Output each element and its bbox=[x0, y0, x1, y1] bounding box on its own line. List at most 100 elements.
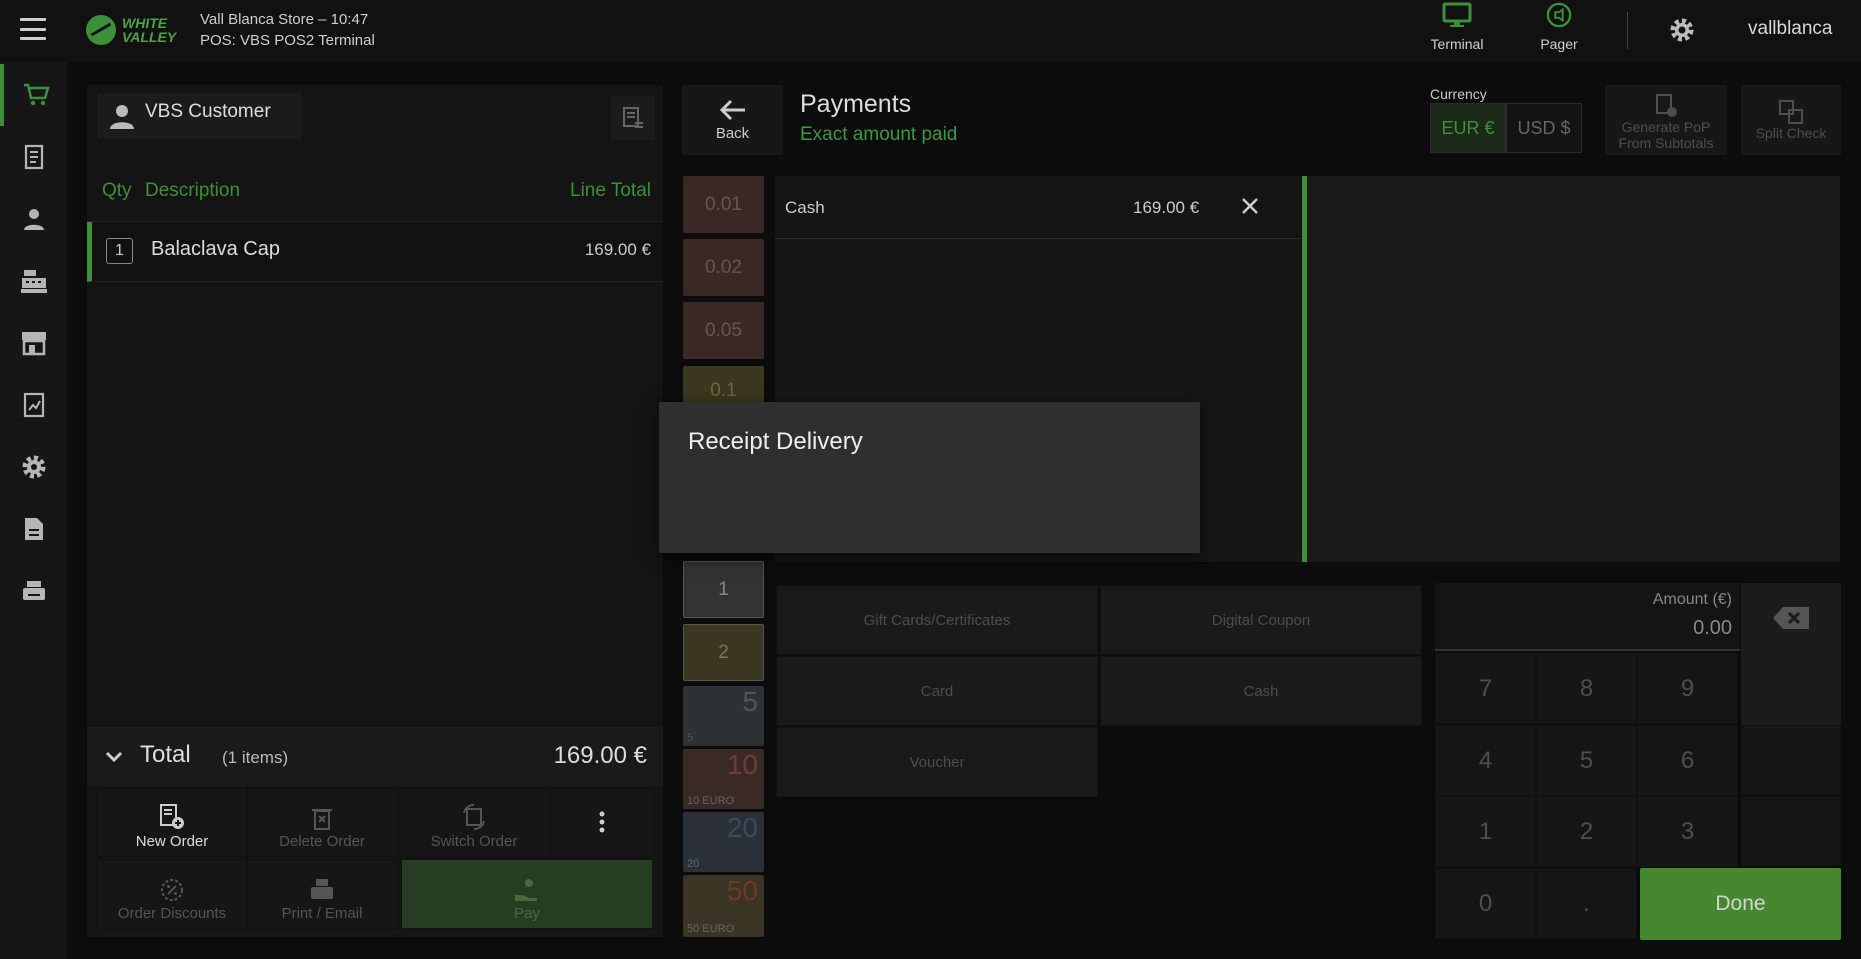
chevron-down-icon[interactable] bbox=[105, 751, 123, 763]
pager-icon bbox=[1546, 2, 1572, 28]
payment-line[interactable]: Cash 169.00 € bbox=[775, 176, 1301, 239]
key-7[interactable]: 7 bbox=[1435, 653, 1536, 724]
key-0[interactable]: 0 bbox=[1435, 868, 1536, 939]
order-line-row[interactable]: 1 Balaclava Cap 169.00 € bbox=[87, 222, 663, 282]
key-2[interactable]: 2 bbox=[1536, 796, 1637, 867]
denomination-0.1[interactable]: 0.1 bbox=[683, 366, 764, 402]
qty-header: Qty bbox=[102, 180, 132, 201]
sidebar-item-cart[interactable] bbox=[0, 64, 67, 126]
key-blank-right-2 bbox=[1741, 796, 1841, 866]
person-icon bbox=[23, 209, 44, 230]
split-check-button[interactable]: Split Check bbox=[1741, 85, 1841, 155]
receipt-delivery-dialog[interactable]: Receipt Delivery bbox=[659, 402, 1200, 553]
qty-badge[interactable]: 1 bbox=[106, 238, 133, 264]
report-icon bbox=[23, 392, 44, 418]
key-6[interactable]: 6 bbox=[1637, 725, 1738, 796]
order-notes-button[interactable] bbox=[611, 96, 655, 140]
key-decimal[interactable]: . bbox=[1536, 868, 1637, 939]
denomination-1[interactable]: 1 bbox=[683, 561, 764, 618]
customer-selector[interactable]: VBS Customer bbox=[97, 93, 302, 139]
sidebar-item-settings[interactable] bbox=[0, 436, 67, 498]
banknote-20[interactable]: 20 20 bbox=[683, 812, 764, 872]
cash-register-icon bbox=[20, 270, 47, 293]
remove-payment-close-icon[interactable] bbox=[1240, 196, 1260, 216]
switch-order-button[interactable]: Switch Order bbox=[399, 787, 549, 857]
key-4[interactable]: 4 bbox=[1435, 725, 1536, 796]
more-options-button[interactable] bbox=[551, 787, 653, 857]
key-8[interactable]: 8 bbox=[1536, 653, 1637, 724]
dialog-title: Receipt Delivery bbox=[688, 428, 863, 455]
new-order-button[interactable]: New Order bbox=[97, 787, 247, 857]
banknote-50-corner: 50 EURO bbox=[687, 923, 735, 935]
pager-label: Pager bbox=[1540, 36, 1578, 52]
total-amount: 169.00 € bbox=[553, 742, 647, 769]
logo-text-line1: WHITE bbox=[122, 15, 168, 31]
sidebar bbox=[0, 62, 67, 959]
sidebar-item-orders[interactable] bbox=[0, 126, 67, 188]
logo-ball-icon bbox=[86, 15, 116, 45]
settings-gear-icon[interactable] bbox=[1668, 16, 1696, 49]
store-info: Vall Blanca Store – 10:47 POS: VBS POS2 … bbox=[200, 9, 375, 51]
delete-order-label: Delete Order bbox=[279, 833, 365, 850]
key-3[interactable]: 3 bbox=[1637, 796, 1738, 867]
gift-cards-button[interactable]: Gift Cards/Certificates bbox=[776, 585, 1098, 655]
card-button[interactable]: Card bbox=[776, 656, 1098, 726]
generate-pop-button[interactable]: Generate PoP From Subtotals bbox=[1605, 85, 1727, 155]
payment-detail-panel bbox=[1307, 176, 1840, 562]
back-button[interactable]: Back bbox=[682, 85, 783, 155]
currency-eur-button[interactable]: EUR € bbox=[1430, 103, 1506, 153]
username[interactable]: vallblanca bbox=[1748, 18, 1833, 40]
sidebar-item-customers[interactable] bbox=[0, 188, 67, 250]
sidebar-item-printer[interactable] bbox=[0, 560, 67, 622]
sidebar-item-documents[interactable] bbox=[0, 498, 67, 560]
backspace-icon bbox=[1773, 607, 1809, 629]
cash-button[interactable]: Cash bbox=[1100, 656, 1422, 726]
printer-icon bbox=[311, 879, 333, 899]
denomination-0.01[interactable]: 0.01 bbox=[683, 176, 764, 233]
pos-line: POS: VBS POS2 Terminal bbox=[200, 32, 375, 49]
amount-value: 0.00 bbox=[1693, 617, 1732, 639]
key-blank-right bbox=[1741, 725, 1841, 795]
item-name: Balaclava Cap bbox=[151, 238, 280, 260]
order-total-bar[interactable]: Total (1 items) 169.00 € bbox=[87, 727, 663, 787]
order-discounts-button[interactable]: Order Discounts bbox=[97, 859, 247, 929]
split-icon bbox=[1779, 100, 1803, 124]
order-discounts-label: Order Discounts bbox=[117, 905, 227, 922]
voucher-button[interactable]: Voucher bbox=[776, 727, 1098, 797]
key-5[interactable]: 5 bbox=[1536, 725, 1637, 796]
sidebar-item-register[interactable] bbox=[0, 250, 67, 312]
new-order-icon bbox=[160, 804, 184, 829]
more-vertical-icon bbox=[599, 811, 605, 833]
denomination-0.02[interactable]: 0.02 bbox=[683, 239, 764, 296]
key-1[interactable]: 1 bbox=[1435, 796, 1536, 867]
back-label: Back bbox=[715, 124, 750, 142]
currency-usd-button[interactable]: USD $ bbox=[1506, 103, 1582, 153]
amount-label: Amount (€) bbox=[1652, 591, 1732, 608]
sidebar-item-store[interactable] bbox=[0, 312, 67, 374]
amount-input[interactable]: Amount (€) 0.00 bbox=[1435, 583, 1740, 651]
print-email-button[interactable]: Print / Email bbox=[247, 859, 397, 929]
backspace-button[interactable] bbox=[1741, 583, 1841, 725]
payment-amount: 169.00 € bbox=[1133, 198, 1200, 217]
digital-coupon-button[interactable]: Digital Coupon bbox=[1100, 585, 1422, 655]
done-button[interactable]: Done bbox=[1640, 868, 1841, 940]
delete-order-button[interactable]: Delete Order bbox=[247, 787, 397, 857]
terminal-label: Terminal bbox=[1430, 36, 1484, 52]
arrow-left-icon bbox=[719, 99, 745, 120]
banknote-10[interactable]: 10 10 EURO bbox=[683, 749, 764, 809]
pay-button[interactable]: Pay bbox=[401, 859, 653, 929]
denomination-2[interactable]: 2 bbox=[683, 624, 764, 681]
total-items-count: (1 items) bbox=[222, 748, 289, 767]
terminal-button[interactable]: Terminal bbox=[1412, 2, 1502, 60]
line-total-header: Line Total bbox=[570, 180, 651, 201]
pager-button[interactable]: Pager bbox=[1514, 2, 1604, 60]
split-check-label: Split Check bbox=[1755, 125, 1827, 141]
document-icon bbox=[24, 518, 43, 540]
banknote-10-corner: 10 EURO bbox=[687, 795, 735, 807]
banknote-5[interactable]: 5 5 bbox=[683, 686, 764, 746]
banknote-50[interactable]: 50 50 EURO bbox=[683, 875, 764, 937]
key-9[interactable]: 9 bbox=[1637, 653, 1738, 724]
hamburger-menu-icon[interactable] bbox=[20, 18, 46, 40]
denomination-0.05[interactable]: 0.05 bbox=[683, 302, 764, 359]
sidebar-item-reports[interactable] bbox=[0, 374, 67, 436]
